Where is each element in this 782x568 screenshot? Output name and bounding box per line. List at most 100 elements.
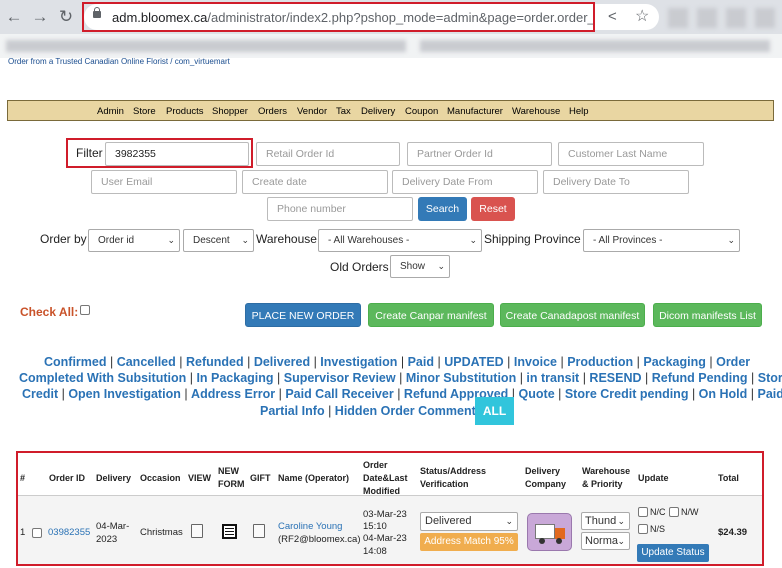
status-minor-substitution[interactable]: Minor Substitution bbox=[406, 371, 516, 385]
user-email-input[interactable]: User Email bbox=[91, 170, 237, 194]
status-hidden-order-comment[interactable]: Hidden Order Comment bbox=[335, 404, 476, 418]
address-match-badge[interactable]: Address Match 95% bbox=[420, 533, 518, 551]
menu-vendor[interactable]: Vendor bbox=[297, 106, 327, 117]
dicom-manifests-button[interactable]: Dicom manifests List bbox=[653, 303, 762, 327]
menu-shopper[interactable]: Shopper bbox=[212, 106, 248, 117]
row-checkbox[interactable] bbox=[32, 528, 42, 538]
menu-products[interactable]: Products bbox=[166, 106, 204, 117]
status-confirmed[interactable]: Confirmed bbox=[44, 355, 107, 369]
status-refunded[interactable]: Refunded bbox=[186, 355, 244, 369]
order-total: $24.39 bbox=[718, 527, 748, 538]
province-select[interactable]: - All Provinces - ⌄ bbox=[583, 229, 740, 252]
delivery-date-to-input[interactable]: Delivery Date To bbox=[543, 170, 689, 194]
filter-input[interactable]: 3982355 bbox=[105, 142, 249, 166]
customer-name-link[interactable]: Caroline Young bbox=[278, 521, 342, 532]
order-by-select[interactable]: Order id ⌄ bbox=[88, 229, 180, 252]
status-paid[interactable]: Paid bbox=[408, 355, 434, 369]
partner-order-id-input[interactable]: Partner Order Id bbox=[407, 142, 552, 166]
share-icon[interactable]: < bbox=[608, 8, 617, 25]
old-orders-select[interactable]: Show ⌄ bbox=[390, 255, 450, 278]
status-in-packaging[interactable]: In Packaging bbox=[196, 371, 273, 385]
order-status-value: Delivered bbox=[425, 515, 472, 527]
phone-number-input[interactable]: Phone number bbox=[267, 197, 413, 221]
delivery-date-from-input[interactable]: Delivery Date From bbox=[392, 170, 538, 194]
gift-message-icon[interactable] bbox=[253, 524, 265, 538]
status-address-error[interactable]: Address Error bbox=[191, 387, 275, 401]
chevron-down-icon: ⌄ bbox=[167, 235, 175, 245]
status-store-credit-pending[interactable]: Store Credit pending bbox=[565, 387, 689, 401]
order-id-link[interactable]: 03982355 bbox=[48, 527, 90, 538]
status-on-hold[interactable]: On Hold bbox=[699, 387, 748, 401]
status-production[interactable]: Production bbox=[567, 355, 633, 369]
nw-checkbox[interactable] bbox=[669, 507, 679, 517]
status-open-investigation[interactable]: Open Investigation bbox=[68, 387, 181, 401]
status-delivered[interactable]: Delivered bbox=[254, 355, 310, 369]
nc-checkbox[interactable] bbox=[638, 507, 648, 517]
status-resend[interactable]: RESEND bbox=[589, 371, 641, 385]
menu-warehouse[interactable]: Warehouse bbox=[512, 106, 560, 117]
create-canpar-manifest-button[interactable]: Create Canpar manifest bbox=[368, 303, 494, 327]
view-order-icon[interactable] bbox=[191, 524, 203, 538]
star-icon[interactable]: ☆ bbox=[635, 6, 649, 26]
update-status-button[interactable]: Update Status bbox=[637, 544, 709, 562]
profile-icon[interactable] bbox=[755, 8, 775, 28]
create-date-input[interactable]: Create date bbox=[242, 170, 388, 194]
menu-admin[interactable]: Admin bbox=[97, 106, 124, 117]
search-button[interactable]: Search bbox=[418, 197, 467, 221]
warehouse-row-select[interactable]: Thund ⌄ bbox=[581, 512, 630, 530]
menu-coupon[interactable]: Coupon bbox=[405, 106, 438, 117]
operator-email: (RF2@bloomex.ca) bbox=[278, 534, 361, 545]
menu-orders[interactable]: Orders bbox=[258, 106, 287, 117]
back-icon[interactable]: ← bbox=[4, 7, 24, 27]
old-orders-label: Old Orders bbox=[330, 260, 389, 274]
forward-icon[interactable]: → bbox=[30, 7, 50, 27]
menu-manufacturer[interactable]: Manufacturer bbox=[447, 106, 503, 117]
col-status-2: Verification bbox=[420, 479, 469, 489]
extension-icon[interactable] bbox=[726, 8, 746, 28]
priority-select[interactable]: Norma ⌄ bbox=[581, 532, 630, 550]
col-total: Total bbox=[718, 473, 739, 483]
status-quote[interactable]: Quote bbox=[519, 387, 555, 401]
col-company-1: Delivery bbox=[525, 466, 561, 476]
place-new-order-button[interactable]: PLACE NEW ORDER bbox=[245, 303, 361, 327]
status-updated[interactable]: UPDATED bbox=[444, 355, 504, 369]
customer-last-name-input[interactable]: Customer Last Name bbox=[558, 142, 704, 166]
all-status-button[interactable]: ALL bbox=[475, 397, 514, 425]
warehouse-row-value: Thund bbox=[585, 515, 617, 527]
menu-store[interactable]: Store bbox=[133, 106, 156, 117]
col-update: Update bbox=[638, 473, 669, 483]
ns-checkbox[interactable] bbox=[638, 524, 648, 534]
reload-icon[interactable]: ↻ bbox=[56, 7, 76, 27]
status-in-transit[interactable]: in transit bbox=[526, 371, 579, 385]
status-paid-partial-info-cont[interactable]: Partial Info bbox=[260, 404, 325, 418]
status-cancelled[interactable]: Cancelled bbox=[117, 355, 176, 369]
shipping-province-label: Shipping Province bbox=[484, 232, 581, 246]
status-links-line-3: Credit | Open Investigation | Address Er… bbox=[22, 387, 782, 401]
menu-tax[interactable]: Tax bbox=[336, 106, 351, 117]
chevron-down-icon: ⌄ bbox=[469, 235, 477, 245]
status-paid-partial-info[interactable]: Paid bbox=[757, 387, 782, 401]
create-canadapost-manifest-button[interactable]: Create Canadapost manifest bbox=[500, 303, 645, 327]
status-investigation[interactable]: Investigation bbox=[320, 355, 397, 369]
status-order-completed-with-substitution[interactable]: Order bbox=[716, 355, 750, 369]
menu-help[interactable]: Help bbox=[569, 106, 589, 117]
order-status-select[interactable]: Delivered ⌄ bbox=[420, 512, 518, 531]
retail-order-id-input[interactable]: Retail Order Id bbox=[256, 142, 400, 166]
warehouse-label: Warehouse bbox=[256, 232, 317, 246]
status-packaging[interactable]: Packaging bbox=[643, 355, 706, 369]
status-store-credit-cont[interactable]: Credit bbox=[22, 387, 58, 401]
status-refund-pending[interactable]: Refund Pending bbox=[652, 371, 748, 385]
warehouse-select[interactable]: - All Warehouses - ⌄ bbox=[318, 229, 482, 252]
menu-delivery[interactable]: Delivery bbox=[361, 106, 395, 117]
reset-button[interactable]: Reset bbox=[471, 197, 515, 221]
check-all-checkbox[interactable] bbox=[80, 305, 90, 315]
status-invoice[interactable]: Invoice bbox=[514, 355, 557, 369]
extension-icon[interactable] bbox=[697, 8, 717, 28]
order-direction-select[interactable]: Descent ⌄ bbox=[183, 229, 254, 252]
status-store-credit[interactable]: Store bbox=[758, 371, 782, 385]
extension-icon[interactable] bbox=[668, 8, 688, 28]
status-paid-call-receiver[interactable]: Paid Call Receiver bbox=[285, 387, 393, 401]
status-order-completed-with-substitution-cont[interactable]: Completed With Subsitution bbox=[19, 371, 186, 385]
status-supervisor-review[interactable]: Supervisor Review bbox=[284, 371, 396, 385]
truck-wheel bbox=[556, 538, 562, 544]
